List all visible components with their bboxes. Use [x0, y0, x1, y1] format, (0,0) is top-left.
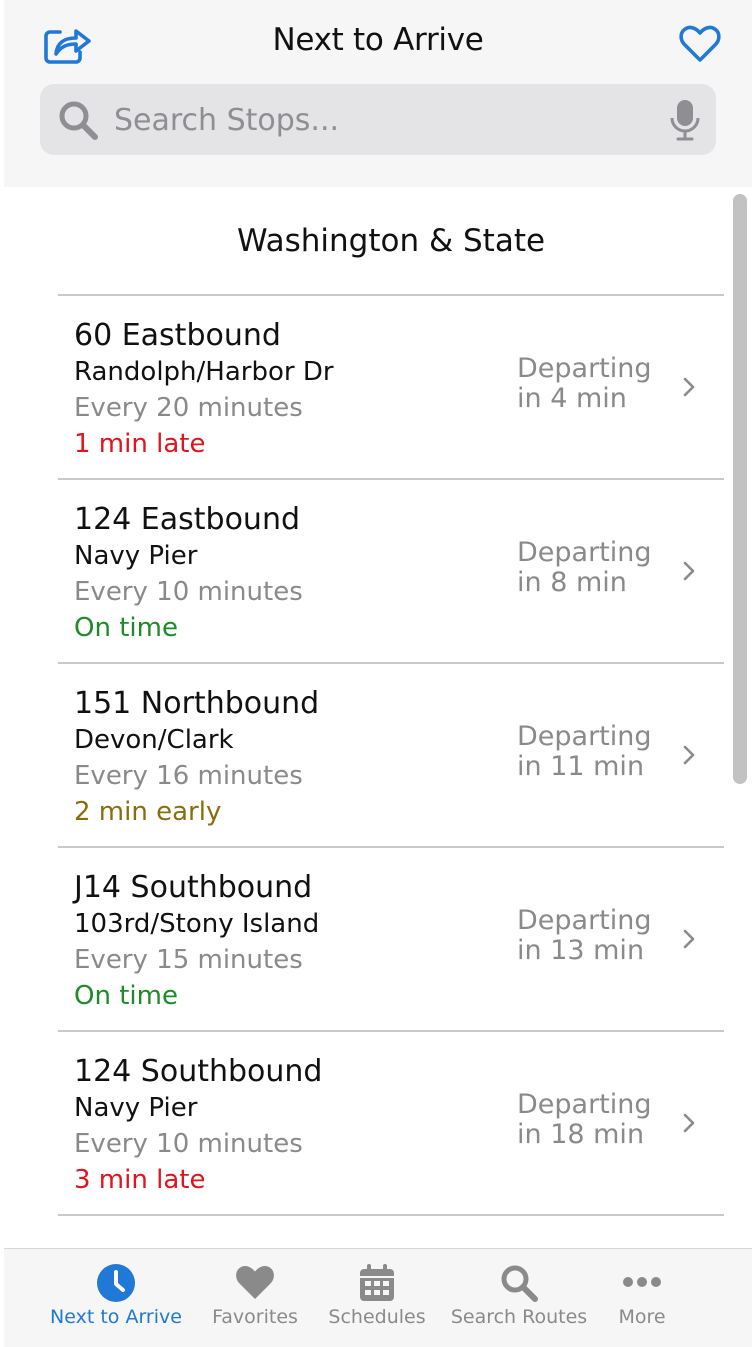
arrival-info: 151 Northbound Devon/Clark Every 16 minu…: [74, 686, 319, 830]
tab-label: Next to Arrive: [50, 1306, 182, 1328]
arrival-info: 124 Eastbound Navy Pier Every 10 minutes…: [74, 502, 303, 646]
search-icon: [59, 101, 98, 140]
destination: 103rd/Stony Island: [74, 909, 320, 939]
arrival-row[interactable]: 60 Eastbound Randolph/Harbor Dr Every 20…: [58, 296, 724, 480]
departing-eta: in 18 min: [517, 1119, 645, 1150]
arrival-row[interactable]: 151 Northbound Devon/Clark Every 16 minu…: [58, 664, 724, 848]
status-text: 3 min late: [74, 1165, 206, 1195]
departure-time: Departing in 11 min: [517, 722, 667, 782]
tab-schedules[interactable]: Schedules: [322, 1249, 432, 1347]
search-stops-input[interactable]: [112, 92, 656, 149]
tab-label: Favorites: [212, 1306, 298, 1328]
stop-name-header: Washington & State: [58, 187, 724, 296]
microphone-icon[interactable]: [668, 98, 702, 142]
frequency: Every 10 minutes: [74, 577, 303, 607]
departing-label: Departing: [517, 353, 652, 384]
departing-eta: in 13 min: [517, 935, 645, 966]
search-icon: [501, 1265, 538, 1302]
chevron-right-icon: [683, 377, 695, 397]
departure-time: Departing in 18 min: [517, 1090, 667, 1150]
frequency: Every 10 minutes: [74, 1129, 303, 1159]
calendar-icon: [360, 1264, 394, 1301]
search-bar[interactable]: [40, 84, 716, 155]
clock-icon: [97, 1264, 135, 1302]
departure-time: Departing in 8 min: [517, 538, 667, 598]
status-text: On time: [74, 613, 178, 643]
destination: Randolph/Harbor Dr: [74, 357, 334, 387]
chevron-right-icon: [683, 561, 695, 581]
arrival-info: 124 Southbound Navy Pier Every 10 minute…: [74, 1054, 322, 1198]
departing-eta: in 4 min: [517, 383, 627, 414]
departing-eta: in 8 min: [517, 567, 627, 598]
page-title: Next to Arrive: [272, 22, 484, 58]
heart-outline-icon: [679, 25, 721, 62]
arrival-row[interactable]: 124 Eastbound Navy Pier Every 10 minutes…: [58, 480, 724, 664]
scrollbar-thumb[interactable]: [733, 194, 747, 784]
route-name: 60 Eastbound: [74, 318, 281, 353]
tab-next-to-arrive[interactable]: Next to Arrive: [34, 1249, 198, 1347]
route-name: 151 Northbound: [74, 686, 320, 721]
navigation-header: Next to Arrive: [4, 0, 752, 187]
status-text: 1 min late: [74, 429, 206, 459]
tab-label: Schedules: [328, 1306, 426, 1328]
favorite-stop-button[interactable]: [678, 24, 722, 64]
destination: Devon/Clark: [74, 725, 234, 755]
frequency: Every 20 minutes: [74, 393, 303, 423]
tab-search-routes[interactable]: Search Routes: [446, 1249, 592, 1347]
arrivals-list[interactable]: Washington & State 60 Eastbound Randolph…: [4, 187, 730, 1217]
frequency: Every 16 minutes: [74, 761, 303, 791]
status-text: On time: [74, 981, 178, 1011]
departing-eta: in 11 min: [517, 751, 645, 782]
arrival-rows: 60 Eastbound Randolph/Harbor Dr Every 20…: [58, 296, 724, 1216]
tab-label: More: [618, 1306, 666, 1328]
departing-label: Departing: [517, 537, 652, 568]
route-name: J14 Southbound: [74, 870, 313, 905]
arrival-row[interactable]: J14 Southbound 103rd/Stony Island Every …: [58, 848, 724, 1032]
chevron-right-icon: [683, 745, 695, 765]
header-bar: Next to Arrive: [4, 0, 752, 84]
route-name: 124 Southbound: [74, 1054, 323, 1089]
departure-time: Departing in 13 min: [517, 906, 667, 966]
tab-favorites[interactable]: Favorites: [200, 1249, 310, 1347]
arrival-info: 60 Eastbound Randolph/Harbor Dr Every 20…: [74, 318, 334, 462]
destination: Navy Pier: [74, 1093, 198, 1123]
departing-label: Departing: [517, 905, 652, 936]
status-text: 2 min early: [74, 797, 222, 827]
chevron-right-icon: [683, 929, 695, 949]
departure-time: Departing in 4 min: [517, 354, 667, 414]
route-name: 124 Eastbound: [74, 502, 300, 537]
arrival-row[interactable]: 124 Southbound Navy Pier Every 10 minute…: [58, 1032, 724, 1216]
chevron-right-icon: [683, 1113, 695, 1133]
departing-label: Departing: [517, 1089, 652, 1120]
tab-label: Search Routes: [450, 1306, 588, 1328]
tab-more[interactable]: More: [598, 1249, 686, 1347]
destination: Navy Pier: [74, 541, 198, 571]
arrival-info: J14 Southbound 103rd/Stony Island Every …: [74, 870, 319, 1014]
departing-label: Departing: [517, 721, 652, 752]
ellipsis-icon: [623, 1277, 661, 1287]
tab-bar: Next to Arrive Favorites Schedules Searc…: [4, 1248, 752, 1347]
heart-icon: [236, 1265, 274, 1299]
frequency: Every 15 minutes: [74, 945, 303, 975]
